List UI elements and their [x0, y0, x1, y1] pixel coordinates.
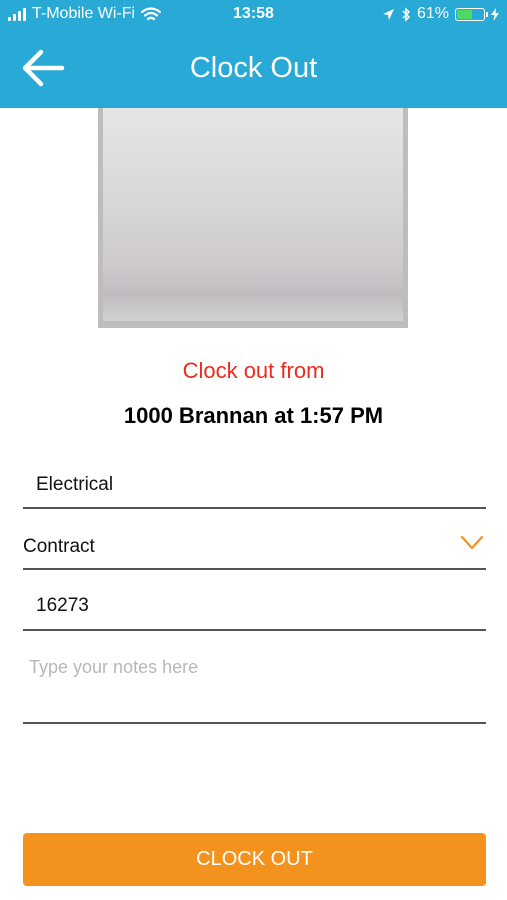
status-right: 61%: [382, 5, 499, 23]
notes-placeholder: Type your notes here: [29, 657, 199, 677]
photo-image: [103, 108, 403, 321]
page-title: Clock Out: [189, 52, 318, 84]
battery-icon: [455, 7, 488, 21]
notes-field[interactable]: Type your notes here: [23, 650, 486, 724]
clock-out-photo: [98, 108, 408, 328]
status-bar: T-Mobile Wi-Fi 13:58 61%: [0, 0, 507, 30]
code-field[interactable]: 16273: [23, 588, 486, 631]
battery-percent: 61%: [416, 5, 449, 22]
clock-out-heading: Clock out from: [182, 358, 325, 383]
location-arrow-icon: [382, 8, 394, 20]
clock-out-button[interactable]: CLOCK OUT: [23, 833, 486, 886]
trade-field[interactable]: Electrical: [23, 466, 486, 509]
charging-icon: [491, 7, 499, 21]
location-time: 1000 Brannan at 1:57 PM: [123, 403, 384, 428]
trade-value: Electrical: [36, 474, 114, 495]
code-value: 16273: [36, 595, 89, 616]
chevron-down-icon: [460, 535, 484, 550]
contract-value: Contract: [23, 536, 95, 557]
bluetooth-icon: [402, 6, 411, 22]
contract-select[interactable]: Contract: [23, 527, 486, 570]
header-bar: Clock Out: [0, 30, 507, 108]
